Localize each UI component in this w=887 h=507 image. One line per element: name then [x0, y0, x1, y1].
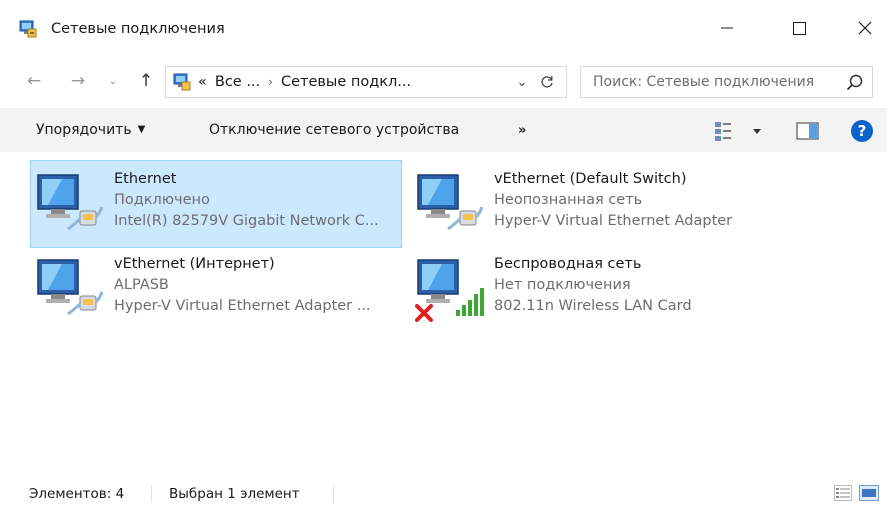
help-button[interactable]: ? — [851, 120, 873, 142]
breadcrumb: « Все ... › Сетевые подкл... — [198, 74, 411, 90]
connection-item-vethernet-internet[interactable]: vEthernet (Интернет) ALPASB Hyper-V Virt… — [30, 245, 402, 333]
arrow-up-icon: ↑ — [138, 71, 154, 91]
minimize-icon — [721, 27, 733, 29]
disable-device-button[interactable]: Отключение сетевого устройства — [209, 122, 459, 138]
connection-device: 802.11n Wireless LAN Card — [494, 298, 692, 314]
change-view-button[interactable] — [713, 119, 769, 143]
refresh-icon — [541, 76, 553, 88]
connection-name: Ethernet — [114, 171, 177, 187]
back-button[interactable]: ← — [22, 68, 46, 94]
recent-locations-button[interactable]: ⌄ — [105, 68, 121, 94]
maximize-button[interactable] — [776, 0, 822, 56]
command-bar: Упорядочить ▼ Отключение сетевого устройс… — [0, 108, 887, 152]
wireless-adapter-disconnected-icon — [415, 259, 484, 322]
connection-text: Беспроводная сеть Нет подключения 802.11… — [494, 254, 692, 317]
address-row: ← → ⌄ ↑ « Все ... › Сетевые подкл... ⌄ — [0, 60, 887, 104]
details-view-icon[interactable] — [834, 485, 852, 501]
up-button[interactable]: ↑ — [135, 68, 157, 94]
address-bar[interactable]: « Все ... › Сетевые подкл... ⌄ — [165, 66, 567, 98]
disable-device-label: Отключение сетевого устройства — [209, 122, 460, 138]
status-bar: Элементов: 4 Выбран 1 элемент — [0, 474, 887, 507]
ethernet-adapter-icon — [37, 174, 104, 231]
item-count: Элементов: 4 — [29, 486, 125, 502]
arrow-right-icon: → — [70, 71, 86, 91]
status-divider — [151, 485, 152, 503]
forward-button[interactable]: → — [66, 68, 90, 94]
connection-status: Нет подключения — [494, 277, 631, 293]
chevron-right-icon[interactable]: › — [268, 75, 273, 89]
connection-device: Hyper-V Virtual Ethernet Adapter — [494, 213, 733, 229]
title-bar: Сетевые подключения — [0, 0, 887, 56]
large-icons-view-icon[interactable] — [859, 485, 879, 501]
connection-text: vEthernet (Default Switch) Неопознанная … — [494, 169, 732, 232]
minimize-button[interactable] — [704, 0, 750, 56]
network-connections-icon — [173, 73, 191, 91]
view-options-icon — [715, 122, 761, 141]
close-button[interactable] — [842, 0, 887, 56]
breadcrumb-overflow[interactable]: « — [198, 74, 207, 90]
selection-count: Выбран 1 элемент — [169, 486, 300, 502]
preview-pane-button[interactable] — [796, 121, 820, 141]
search-box[interactable] — [580, 66, 873, 98]
connection-name: Беспроводная сеть — [494, 256, 642, 272]
maximize-icon — [792, 21, 806, 35]
preview-pane-icon — [796, 122, 819, 140]
connection-status: ALPASB — [114, 277, 169, 293]
arrow-left-icon: ← — [26, 71, 42, 91]
help-icon: ? — [857, 122, 867, 140]
connection-status: Неопознанная сеть — [494, 192, 643, 208]
connection-name: vEthernet (Default Switch) — [494, 171, 687, 187]
connection-item-vethernet-default-switch[interactable]: vEthernet (Default Switch) Неопознанная … — [410, 160, 782, 248]
chevron-down-icon: ⌄ — [108, 75, 118, 87]
caret-down-icon: ▼ — [137, 124, 146, 135]
connection-status: Подключено — [114, 192, 210, 208]
connection-text: vEthernet (Интернет) ALPASB Hyper-V Virt… — [114, 254, 371, 317]
connection-item-wireless[interactable]: Беспроводная сеть Нет подключения 802.11… — [410, 245, 782, 333]
chevron-down-icon: ⌄ — [516, 74, 528, 90]
connection-name: vEthernet (Интернет) — [114, 256, 275, 272]
organize-label: Упорядочить — [36, 122, 132, 138]
ethernet-adapter-icon — [417, 174, 484, 231]
organize-button[interactable]: Упорядочить ▼ — [36, 122, 145, 138]
network-connections-icon — [19, 20, 37, 38]
connection-device: Intel(R) 82579V Gigabit Network C... — [114, 213, 379, 229]
window-title: Сетевые подключения — [51, 21, 225, 37]
breadcrumb-item-all[interactable]: Все ... — [215, 74, 260, 90]
more-commands-button[interactable]: » — [518, 123, 526, 138]
connection-item-ethernet[interactable]: Ethernet Подключено Intel(R) 82579V Giga… — [30, 160, 402, 248]
search-icon[interactable] — [845, 73, 865, 93]
status-divider — [333, 485, 334, 503]
refresh-button[interactable] — [535, 70, 559, 94]
breadcrumb-item-network-connections[interactable]: Сетевые подкл... — [281, 74, 411, 90]
address-dropdown-button[interactable]: ⌄ — [512, 70, 532, 94]
connection-device: Hyper-V Virtual Ethernet Adapter ... — [114, 298, 371, 314]
connections-list: Ethernet Подключено Intel(R) 82579V Giga… — [0, 152, 887, 474]
more-commands-label: » — [518, 123, 527, 138]
search-input[interactable] — [593, 72, 841, 92]
connection-text: Ethernet Подключено Intel(R) 82579V Giga… — [114, 169, 379, 232]
close-icon — [858, 21, 872, 35]
ethernet-adapter-icon — [37, 259, 104, 316]
